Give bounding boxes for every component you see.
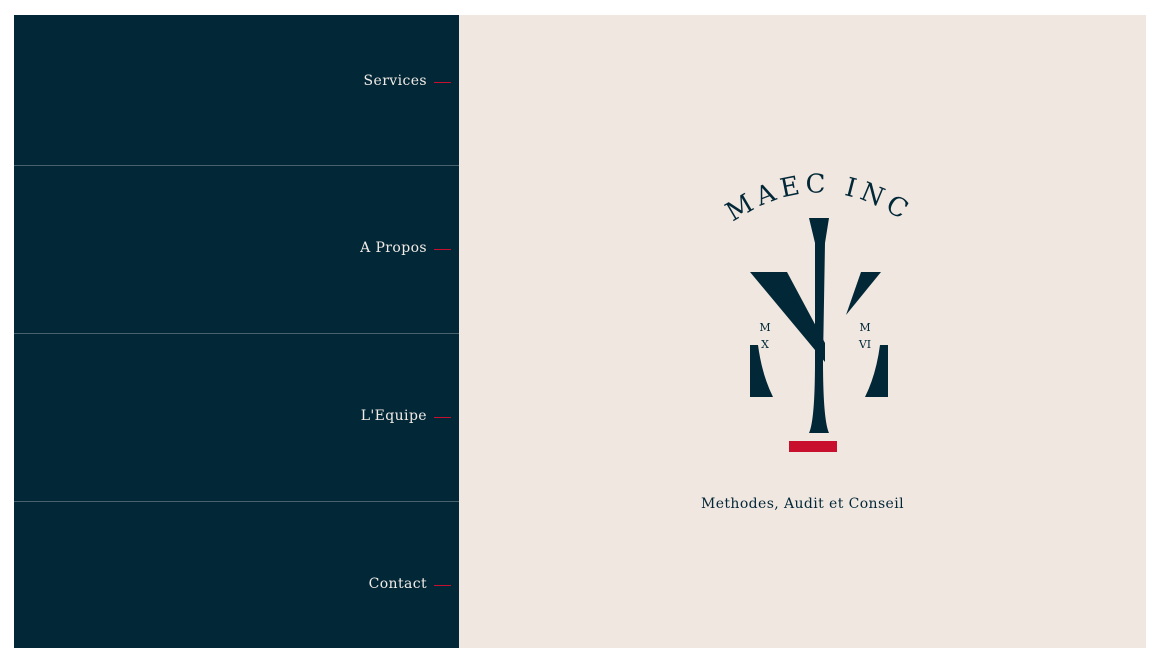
- logo-year-right-bottom: VI: [858, 338, 871, 351]
- tagline: Methodes, Audit et Conseil: [700, 496, 904, 512]
- nav-item-contact[interactable]: Contact: [14, 502, 459, 648]
- nav-dash-icon: [434, 249, 451, 250]
- nav-item-label: L'Equipe: [360, 408, 427, 424]
- nav-dash-icon: [434, 585, 451, 586]
- nav-item-a-propos[interactable]: A Propos: [14, 166, 459, 334]
- logo-year-right-top: M: [859, 321, 870, 334]
- nav-dash-icon: [434, 82, 451, 83]
- nav-item-label: Services: [363, 73, 427, 89]
- logo-year-left-top: M: [759, 321, 770, 334]
- nav-item-label: A Propos: [360, 240, 427, 256]
- nav-dash-icon: [434, 417, 451, 418]
- page-frame: Services A Propos L'Equipe Contact MAEC …: [14, 15, 1146, 648]
- nav-item-label: Contact: [368, 576, 427, 592]
- logo-year-left-bottom: X: [761, 338, 769, 351]
- hero-panel: MAEC INC M X M VI Methodes, Audit et Con…: [459, 15, 1146, 648]
- logo-accent-bar: [789, 441, 837, 452]
- brand-logo: MAEC INC M X M VI: [709, 165, 929, 465]
- side-navigation: Services A Propos L'Equipe Contact: [14, 15, 459, 648]
- logo-emblem-icon: MAEC INC M X M VI: [721, 169, 912, 452]
- nav-item-equipe[interactable]: L'Equipe: [14, 334, 459, 502]
- nav-item-services[interactable]: Services: [14, 15, 459, 166]
